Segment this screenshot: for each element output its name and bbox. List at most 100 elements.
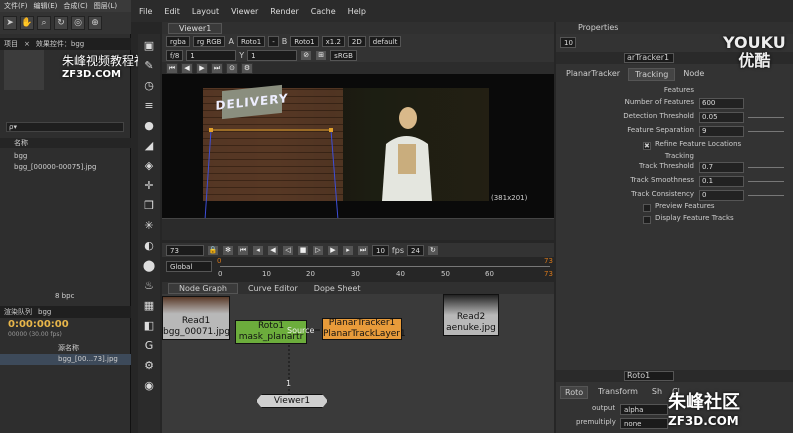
prev-key-icon[interactable]: ◂ <box>252 244 264 256</box>
roto-shape[interactable] <box>203 125 353 225</box>
ae-timecode[interactable]: 0:00:00:00 <box>8 319 69 330</box>
node-name-field[interactable]: arTracker1 <box>624 53 674 63</box>
compare-select[interactable]: - <box>268 35 279 47</box>
menu-help[interactable]: Help <box>348 7 366 16</box>
views-node-icon[interactable]: ◐ <box>142 238 156 252</box>
comp-tab[interactable]: bgg <box>38 308 51 316</box>
keyer-node-icon[interactable]: ◈ <box>142 158 156 172</box>
detection-threshold-slider[interactable] <box>748 117 784 118</box>
render-queue-tab[interactable]: 渲染队列 <box>4 307 32 317</box>
frame-field[interactable]: 73 <box>166 244 204 256</box>
premultiply-select[interactable]: none <box>620 418 668 429</box>
next-key-icon[interactable]: ▸ <box>342 244 354 256</box>
image-node-icon[interactable]: ▣ <box>142 38 156 52</box>
ae-menu-edit[interactable]: 编辑(E) <box>34 1 58 11</box>
transform-node-icon[interactable]: ❒ <box>142 198 156 212</box>
ocula-icon[interactable]: ◉ <box>142 378 156 392</box>
a-input-select[interactable]: Roto1 <box>236 35 266 47</box>
last-keyframe-icon[interactable]: ⏭ <box>211 62 223 74</box>
tab-roto[interactable]: Roto <box>560 386 589 399</box>
gamma-field[interactable]: 1 <box>247 49 298 61</box>
project-search-input[interactable]: ρ▾ <box>6 122 124 132</box>
zoom-select[interactable]: x1.2 <box>321 35 345 47</box>
close-icon[interactable]: × <box>24 40 30 48</box>
tab-transform[interactable]: Transform <box>590 386 646 399</box>
feature-separation-slider[interactable] <box>748 131 784 132</box>
other-node-icon[interactable]: ◧ <box>142 318 156 332</box>
clip-warning-icon[interactable]: ⊘ <box>300 49 313 61</box>
roto-node-name-field[interactable]: Roto1 <box>624 371 674 381</box>
menu-layout[interactable]: Layout <box>192 7 219 16</box>
track-icon[interactable]: ⊙ <box>226 62 238 74</box>
draw-node-icon[interactable]: ✎ <box>142 58 156 72</box>
rotate-tool-icon[interactable]: ↻ <box>54 16 68 30</box>
display-tracks-checkbox[interactable] <box>643 216 651 224</box>
viewer1-node[interactable]: Viewer1 <box>256 394 328 408</box>
settings-icon[interactable]: ⚙ <box>241 62 253 74</box>
node-graph-canvas[interactable]: Read1 bgg_00071.jpg Roto1 mask_planartr … <box>162 294 554 433</box>
next-keyframe-icon[interactable]: ▶ <box>196 62 208 74</box>
format-select[interactable]: default <box>368 35 402 47</box>
track-consistency-slider[interactable] <box>748 195 784 196</box>
tab-curve-editor[interactable]: Curve Editor <box>242 284 304 293</box>
planar-tracker-node[interactable]: PlanarTracker1 PlanarTrackLayer1 <box>322 318 406 340</box>
3d-node-icon[interactable]: ✳ <box>142 218 156 232</box>
play-back-icon[interactable]: ◁ <box>282 244 294 256</box>
output-select[interactable]: alpha <box>620 404 668 415</box>
detection-threshold-field[interactable]: 0.05 <box>699 112 744 123</box>
time-node-icon[interactable]: ◷ <box>142 78 156 92</box>
play-icon[interactable]: ▷ <box>312 244 324 256</box>
viewer-scrub-area[interactable] <box>162 218 554 240</box>
project-tab[interactable]: 项目 <box>4 39 18 49</box>
first-keyframe-icon[interactable]: ⏮ <box>166 62 178 74</box>
track-smoothness-slider[interactable] <box>748 181 784 182</box>
particles-node-icon[interactable]: ♨ <box>142 278 156 292</box>
tab-shape[interactable]: Sh <box>648 386 666 399</box>
furnace-icon[interactable]: ⚙ <box>142 358 156 372</box>
project-item-bgg[interactable]: bgg <box>14 152 27 160</box>
view-mode-select[interactable]: 2D <box>347 35 366 47</box>
camera-tool-icon[interactable]: ◎ <box>71 16 85 30</box>
ae-layer-row[interactable]: bgg_[00...73].jpg <box>0 354 131 365</box>
step-forward-icon[interactable]: ▶ <box>327 244 339 256</box>
viewer-tab[interactable]: Viewer1 <box>168 22 223 34</box>
effects-tab[interactable]: 效果控件：bgg <box>36 39 84 49</box>
tab-planartracker[interactable]: PlanarTracker <box>560 68 626 81</box>
preview-features-checkbox[interactable] <box>643 204 651 212</box>
gain-field[interactable]: 1 <box>186 49 237 61</box>
source-name-column[interactable]: 源名称 <box>58 343 79 353</box>
zoom-tool-icon[interactable]: ⌕ <box>37 16 51 30</box>
channel-node-icon[interactable]: ≡ <box>142 98 156 112</box>
hand-tool-icon[interactable]: ✋ <box>20 16 34 30</box>
track-threshold-field[interactable]: 0.7 <box>699 162 744 173</box>
project-name-column[interactable]: 名称 <box>0 138 131 148</box>
feature-separation-field[interactable]: 9 <box>699 126 744 137</box>
prev-keyframe-icon[interactable]: ◀ <box>181 62 193 74</box>
read1-node[interactable]: Read1 bgg_00071.jpg <box>162 296 230 340</box>
tab-dope-sheet[interactable]: Dope Sheet <box>308 284 367 293</box>
fstop-select[interactable]: f/8 <box>166 49 184 61</box>
gizmo-icon[interactable]: G <box>142 338 156 352</box>
tab-node[interactable]: Node <box>677 68 710 81</box>
channels-select[interactable]: rgba <box>166 35 190 47</box>
color-node-icon[interactable]: ● <box>142 118 156 132</box>
track-smoothness-field[interactable]: 0.1 <box>699 176 744 187</box>
range-mode-select[interactable]: Global <box>166 261 212 272</box>
rgb-select[interactable]: rg RGB <box>192 35 226 47</box>
project-item-sequence[interactable]: bgg_[00000-00075].jpg <box>14 163 96 171</box>
pan-tool-icon[interactable]: ⊕ <box>88 16 102 30</box>
ae-menu-file[interactable]: 文件(F) <box>4 1 28 11</box>
lock-icon[interactable]: 🔒 <box>207 244 219 256</box>
merge-node-icon[interactable]: ✛ <box>142 178 156 192</box>
track-threshold-slider[interactable] <box>748 167 784 168</box>
filter-node-icon[interactable]: ◢ <box>142 138 156 152</box>
flake-icon[interactable]: ✻ <box>222 244 234 256</box>
bpc-label[interactable]: 8 bpc <box>55 292 74 300</box>
max-panels-field[interactable]: 10 <box>560 37 576 48</box>
step-field[interactable]: 10 <box>372 244 389 256</box>
menu-cache[interactable]: Cache <box>311 7 336 16</box>
toolsets-node-icon[interactable]: ▦ <box>142 298 156 312</box>
menu-viewer[interactable]: Viewer <box>231 7 258 16</box>
menu-render[interactable]: Render <box>270 7 298 16</box>
ae-menu-comp[interactable]: 合成(C) <box>63 1 87 11</box>
